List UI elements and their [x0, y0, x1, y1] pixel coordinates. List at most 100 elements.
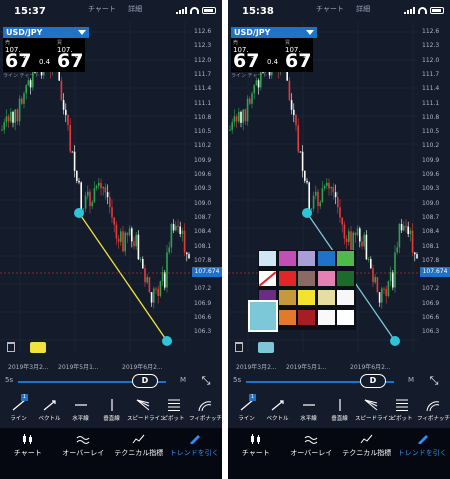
candle-body — [139, 259, 142, 261]
color-swatch[interactable] — [337, 251, 354, 266]
vertical-line-icon — [339, 399, 341, 411]
ask-quote[interactable]: 買 107. 67 6 — [55, 38, 93, 72]
color-swatch[interactable] — [278, 290, 296, 305]
chart-type-label: ライン チャート — [3, 73, 40, 79]
candle-body — [172, 224, 175, 231]
tool-label: 水平線 — [72, 416, 89, 422]
price-tick-label: 112.6 — [422, 28, 440, 35]
tool-vector[interactable]: ベクトル — [34, 392, 65, 426]
color-swatch[interactable] — [298, 270, 315, 286]
price-tick-label: 110.5 — [194, 128, 212, 136]
candle-body — [334, 192, 337, 198]
horizontal-line-icon — [303, 404, 315, 406]
tab-chart[interactable]: チャート — [88, 5, 116, 13]
candle-body — [398, 224, 401, 248]
candle-body — [137, 234, 140, 260]
tool-pivot[interactable]: ピボット — [386, 392, 417, 426]
tool-speed-line[interactable]: スピードライン — [127, 392, 166, 426]
candle-body — [326, 182, 328, 186]
color-swatch[interactable] — [298, 251, 315, 266]
tool-vertical-line[interactable]: 垂直線 — [324, 392, 355, 426]
bid-quote[interactable]: 売 107. 67 5 — [231, 38, 269, 72]
nav-indicator[interactable]: テクニカル指標 — [339, 428, 395, 479]
tool-fibonacci-arc[interactable]: フィボナッチ・アーク — [189, 392, 222, 426]
color-swatch[interactable] — [337, 309, 354, 325]
candle-body — [109, 197, 111, 208]
color-swatch[interactable] — [278, 270, 296, 286]
color-swatch[interactable] — [337, 270, 354, 286]
tab-detail[interactable]: 詳細 — [128, 5, 142, 13]
color-swatch[interactable] — [298, 290, 315, 305]
candle-body — [84, 195, 87, 209]
candle-body — [288, 80, 291, 101]
nav-pencil[interactable]: トレンドを引く — [167, 428, 223, 479]
candle-body — [389, 272, 392, 282]
candle-body — [106, 192, 109, 198]
tool-vertical-line[interactable]: 垂直線 — [96, 392, 127, 426]
trash-icon[interactable] — [235, 342, 243, 352]
color-swatch[interactable] — [259, 251, 276, 266]
color-swatch[interactable] — [317, 270, 335, 286]
candle-body — [242, 109, 244, 123]
tool-label: 垂直線 — [103, 416, 120, 422]
currency-pair-selector[interactable]: USD/JPY — [3, 27, 89, 38]
candle-body — [65, 109, 67, 115]
nav-indicator[interactable]: テクニカル指標 — [111, 428, 167, 479]
nav-label: チャート — [13, 449, 42, 457]
date-label: 2019年6月2... — [122, 364, 163, 371]
color-swatch[interactable] — [298, 309, 315, 325]
bid-quote[interactable]: 売 107. 67 2 — [3, 38, 41, 72]
color-swatch[interactable] — [317, 251, 335, 266]
line-color-swatch[interactable] — [30, 342, 46, 353]
tool-pivot[interactable]: ピボット — [158, 392, 189, 426]
nav-candle[interactable]: チャート — [0, 428, 56, 479]
tool-horizontal-line[interactable]: 水平線 — [65, 392, 96, 426]
nav-overlay[interactable]: オーバーレイ — [56, 428, 112, 479]
candle-body — [69, 125, 71, 152]
price-tick-label: 109.6 — [422, 171, 440, 178]
candle-icon — [22, 434, 32, 444]
candle-body — [95, 185, 98, 189]
ask-quote[interactable]: 買 107. 67 9 — [283, 38, 321, 72]
tool-horizontal-line[interactable]: 水平線 — [293, 392, 324, 426]
tool-fibonacci-arc[interactable]: フィボナッチ・アーク — [417, 392, 450, 426]
color-swatch[interactable] — [317, 290, 335, 305]
tool-vector[interactable]: ベクトル — [262, 392, 293, 426]
trash-icon[interactable] — [7, 342, 15, 352]
timeframe-slider-handle[interactable]: D — [360, 374, 386, 388]
nav-overlay[interactable]: オーバーレイ — [284, 428, 340, 479]
candle-body — [299, 151, 302, 153]
candle-body — [394, 252, 396, 288]
color-swatch[interactable] — [278, 251, 296, 266]
candle-body — [27, 80, 30, 86]
color-swatch[interactable] — [337, 290, 354, 305]
nav-label: テクニカル指標 — [342, 449, 392, 457]
color-swatch[interactable] — [278, 309, 296, 325]
battery-icon — [202, 7, 216, 14]
speed-line-icon — [136, 399, 150, 411]
collapse-icon[interactable]: ⤡ — [428, 375, 440, 387]
candle-body — [321, 188, 324, 203]
tool-line-tool[interactable]: 1 ライン — [3, 392, 34, 426]
timeframe-slider-handle[interactable]: D — [132, 374, 158, 388]
candle-body — [186, 252, 188, 255]
candle-body — [251, 93, 253, 104]
tool-count-badge: 1 — [249, 394, 256, 401]
line-color-swatch[interactable] — [258, 342, 274, 353]
tool-line-tool[interactable]: 1 ライン — [231, 392, 262, 426]
drawing-tools: 1 ライン ベクトル 水平線 垂直線 スピードラインピボットフィボナッチ・アーク — [228, 392, 450, 426]
price-tick-label: 110.8 — [194, 113, 212, 121]
tab-detail[interactable]: 詳細 — [356, 5, 370, 13]
tab-chart[interactable]: チャート — [316, 5, 344, 13]
currency-pair-selector[interactable]: USD/JPY — [231, 27, 317, 38]
candle-body — [229, 129, 231, 131]
tool-speed-line[interactable]: スピードライン — [355, 392, 394, 426]
nav-pencil[interactable]: トレンドを引く — [395, 428, 450, 479]
collapse-icon[interactable]: ⤡ — [200, 375, 212, 387]
candle-body — [128, 228, 131, 236]
price-tick-label: 111.1 — [422, 99, 440, 107]
color-swatch[interactable] — [258, 270, 277, 286]
candle-body — [337, 197, 339, 208]
nav-candle[interactable]: チャート — [228, 428, 284, 479]
color-swatch[interactable] — [317, 309, 335, 325]
